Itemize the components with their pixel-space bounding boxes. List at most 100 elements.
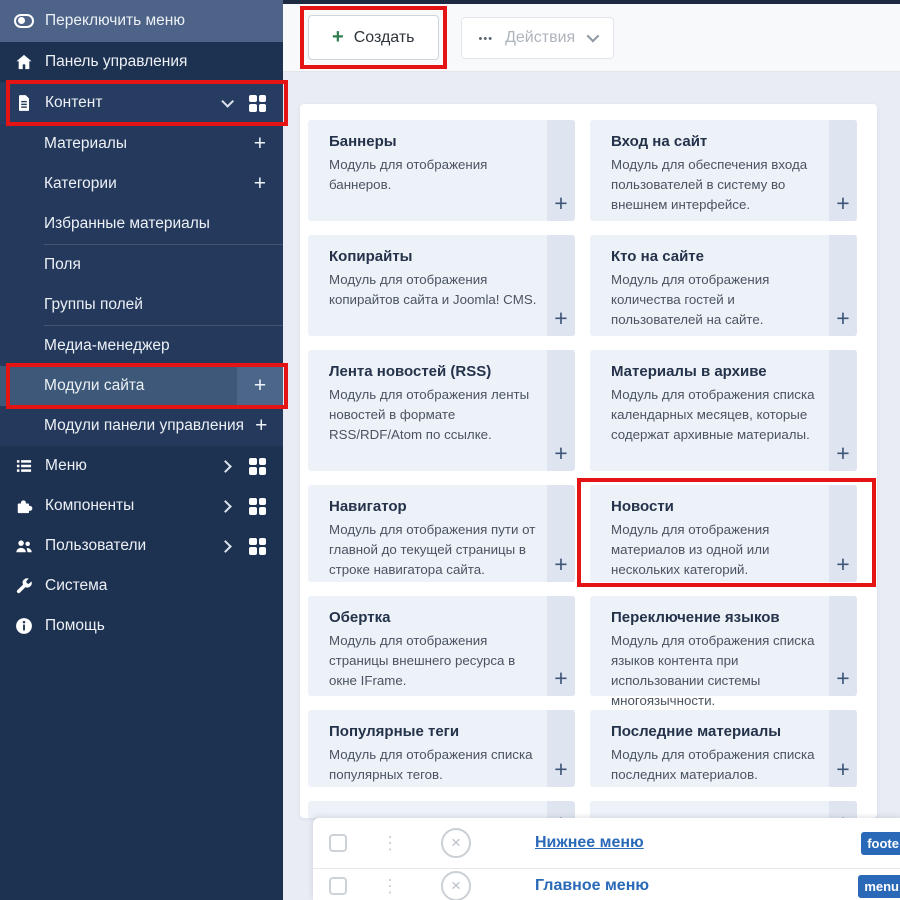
module-card-title[interactable]: Материалы в архиве xyxy=(611,363,821,380)
chevron-right-icon xyxy=(219,540,232,553)
add-module-button[interactable] xyxy=(829,120,857,221)
add-module-button[interactable] xyxy=(547,710,575,787)
sidebar-item-label: Компоненты xyxy=(45,497,134,515)
module-card-desc: Модуль для отображения ленты новостей в … xyxy=(329,385,539,445)
chevron-down-icon xyxy=(587,30,600,43)
sidebar-item-articles[interactable]: Материалы xyxy=(0,124,283,164)
sidebar-item-dashboard[interactable]: Панель управления xyxy=(0,42,283,82)
toolbar: Создать Действия xyxy=(283,4,900,72)
module-card-popular-tags: Популярные теги Модуль для отображения с… xyxy=(308,710,575,787)
dashboard-grid-icon[interactable] xyxy=(249,458,266,475)
create-button-label: Создать xyxy=(354,29,415,47)
position-badge: menu xyxy=(858,875,900,898)
add-category-icon[interactable] xyxy=(254,173,266,195)
unpublished-status-icon[interactable] xyxy=(441,828,471,858)
add-module-button[interactable] xyxy=(547,120,575,221)
list-icon xyxy=(14,456,34,476)
module-card-desc: Модуль для отображения пути от главной д… xyxy=(329,520,539,580)
add-article-icon[interactable] xyxy=(254,133,266,155)
add-site-module-button[interactable] xyxy=(237,366,283,406)
sidebar-item-content[interactable]: Контент xyxy=(0,82,283,124)
drag-handle-icon[interactable] xyxy=(381,834,399,852)
sidebar-item-help[interactable]: Помощь xyxy=(0,606,283,646)
sidebar-item-label: Помощь xyxy=(45,617,105,635)
module-card-title[interactable]: Вход на сайт xyxy=(611,133,821,150)
module-card-title[interactable]: Копирайты xyxy=(329,248,539,265)
module-link[interactable]: Нижнее меню xyxy=(535,834,644,852)
users-icon xyxy=(14,536,34,556)
sidebar-item-label: Контент xyxy=(45,94,102,112)
add-module-button[interactable] xyxy=(829,801,857,818)
sidebar-item-label: Материалы xyxy=(44,135,127,153)
sidebar-item-extras xyxy=(221,95,269,112)
add-admin-module-icon[interactable] xyxy=(255,415,267,437)
sidebar-item-field-groups[interactable]: Группы полей xyxy=(0,285,283,325)
sidebar-item-fields[interactable]: Поля xyxy=(0,245,283,285)
document-icon xyxy=(14,93,34,113)
position-badge: foote xyxy=(861,832,900,855)
add-module-button[interactable] xyxy=(829,235,857,336)
module-card-wrapper: Обертка Модуль для отображения страницы … xyxy=(308,596,575,696)
module-card-title[interactable]: Обертка xyxy=(329,609,539,626)
add-module-button[interactable] xyxy=(547,235,575,336)
module-card-desc: Модуль для отображения копирайтов сайта … xyxy=(329,270,539,310)
unpublished-status-icon[interactable] xyxy=(441,871,471,900)
actions-dropdown-button[interactable]: Действия xyxy=(461,17,615,59)
add-module-button[interactable] xyxy=(829,710,857,787)
sidebar-item-toggle-menu[interactable]: Переключить меню xyxy=(0,0,283,42)
chevron-down-icon xyxy=(221,95,234,108)
sidebar-item-label: Категории xyxy=(44,175,117,193)
add-module-button[interactable] xyxy=(547,350,575,471)
sidebar-item-system[interactable]: Система xyxy=(0,566,283,606)
module-card-title[interactable]: Лента новостей (RSS) xyxy=(329,363,539,380)
module-card-whosonline: Кто на сайте Модуль для отображения коли… xyxy=(590,235,857,336)
sidebar-item-site-modules[interactable]: Модули сайта xyxy=(0,366,283,406)
add-module-button[interactable] xyxy=(829,350,857,471)
dashboard-grid-icon[interactable] xyxy=(249,95,266,112)
module-link[interactable]: Главное меню xyxy=(535,877,649,895)
module-card-partial xyxy=(308,801,575,818)
add-module-button[interactable] xyxy=(547,801,575,818)
module-card-title[interactable]: Переключение языков xyxy=(611,609,821,626)
add-module-button[interactable] xyxy=(547,596,575,696)
module-card-language-switcher: Переключение языков Модуль для отображен… xyxy=(590,596,857,696)
actions-button-label: Действия xyxy=(505,29,575,47)
add-module-button[interactable] xyxy=(829,596,857,696)
sidebar-item-label: Модули панели управления xyxy=(44,417,244,435)
module-card-desc: Модуль для отображения списка календарны… xyxy=(611,385,821,445)
info-icon xyxy=(14,616,34,636)
module-card-login: Вход на сайт Модуль для обеспечения вход… xyxy=(590,120,857,221)
module-card-title[interactable]: Популярные теги xyxy=(329,723,539,740)
sidebar-item-media[interactable]: Медиа-менеджер xyxy=(0,326,283,366)
row-checkbox[interactable] xyxy=(329,877,347,895)
module-card-latest-articles: Последние материалы Модуль для отображен… xyxy=(590,710,857,787)
puzzle-icon xyxy=(14,496,34,516)
wrench-icon xyxy=(14,576,34,596)
sidebar-item-categories[interactable]: Категории xyxy=(0,164,283,204)
sidebar-item-users[interactable]: Пользователи xyxy=(0,526,283,566)
module-card-title[interactable]: Последние материалы xyxy=(611,723,821,740)
plus-icon xyxy=(254,375,266,397)
sidebar-item-components[interactable]: Компоненты xyxy=(0,486,283,526)
drag-handle-icon[interactable] xyxy=(381,877,399,895)
sidebar-item-featured[interactable]: Избранные материалы xyxy=(0,204,283,244)
add-module-button[interactable] xyxy=(547,485,575,582)
module-card-desc: Модуль для отображения списка популярных… xyxy=(329,745,539,785)
dashboard-grid-icon[interactable] xyxy=(249,498,266,515)
plus-icon xyxy=(332,27,344,48)
add-module-button[interactable] xyxy=(829,485,857,582)
row-checkbox[interactable] xyxy=(329,834,347,852)
chevron-right-icon xyxy=(219,500,232,513)
sidebar-item-menus[interactable]: Меню xyxy=(0,446,283,486)
sidebar-item-label: Меню xyxy=(45,457,87,475)
home-icon xyxy=(14,52,34,72)
sidebar-item-admin-modules[interactable]: Модули панели управления xyxy=(0,406,283,446)
module-card-title[interactable]: Кто на сайте xyxy=(611,248,821,265)
module-card-title[interactable]: Новости xyxy=(611,498,821,515)
dashboard-grid-icon[interactable] xyxy=(249,538,266,555)
module-card-title[interactable]: Баннеры xyxy=(329,133,539,150)
create-button[interactable]: Создать xyxy=(308,15,439,60)
sidebar-item-label: Переключить меню xyxy=(45,12,185,30)
sidebar-item-label: Избранные материалы xyxy=(44,215,210,233)
module-card-title[interactable]: Навигатор xyxy=(329,498,539,515)
